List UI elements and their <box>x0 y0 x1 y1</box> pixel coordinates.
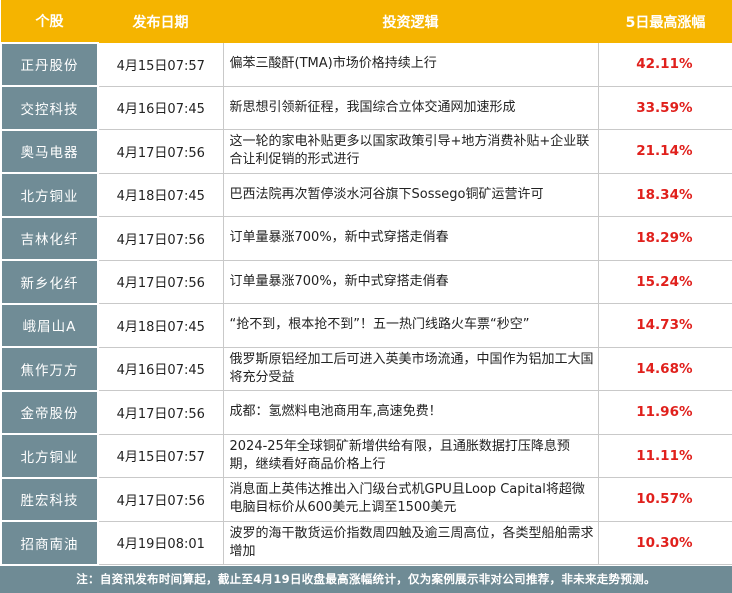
stock-name: 交控科技 <box>0 85 99 131</box>
investment-logic: 2024-25年全球铜矿新增供给有限，且通胀数据打压降息预期，继续看好商品价格上… <box>222 433 599 478</box>
publish-date: 4月17日07:56 <box>97 259 224 304</box>
header-gain: 5日最高涨幅 <box>597 0 732 43</box>
table-row: 北方铜业 4月15日07:57 2024-25年全球铜矿新增供给有限，且通胀数据打压… <box>0 433 732 479</box>
header-date: 发布日期 <box>97 0 224 43</box>
publish-date: 4月15日07:57 <box>97 433 224 478</box>
max-gain: 11.96% <box>597 390 732 435</box>
table-row: 招商南油 4月19日08:01 波罗的海干散货运价指数周四触及逾三周高位，各类型船舶… <box>0 520 732 566</box>
table-row: 北方铜业 4月18日07:45 巴西法院再次暂停淡水河谷旗下Sossego铜矿运营许… <box>0 172 732 218</box>
stock-name: 新乡化纤 <box>0 259 99 305</box>
publish-date: 4月16日07:45 <box>97 346 224 391</box>
max-gain: 18.29% <box>597 216 732 261</box>
investment-logic: 巴西法院再次暂停淡水河谷旗下Sossego铜矿运营许可 <box>222 172 599 217</box>
table-row: 正丹股份 4月15日07:57 偏苯三酸酐(TMA)市场价格持续上行 42.11% <box>0 41 732 87</box>
stock-name: 北方铜业 <box>0 433 99 479</box>
investment-logic: 这一轮的家电补贴更多以国家政策引导+地方消费补贴+企业联合让利促销的形式进行 <box>222 129 599 174</box>
stock-name: 招商南油 <box>0 520 99 566</box>
table-row: 奥马电器 4月17日07:56 这一轮的家电补贴更多以国家政策引导+地方消费补贴+企… <box>0 128 732 174</box>
investment-logic: “抢不到，根本抢不到”！五一热门线路火车票“秒空” <box>222 303 599 348</box>
stock-name: 金帝股份 <box>0 389 99 435</box>
investment-logic: 订单量暴涨700%，新中式穿搭走俏春 <box>222 216 599 261</box>
max-gain: 10.57% <box>597 477 732 522</box>
max-gain: 14.73% <box>597 303 732 348</box>
investment-logic: 波罗的海干散货运价指数周四触及逾三周高位，各类型船舶需求增加 <box>222 520 599 565</box>
publish-date: 4月18日07:45 <box>97 303 224 348</box>
max-gain: 33.59% <box>597 85 732 130</box>
table-row: 胜宏科技 4月17日07:56 消息面上英伟达推出入门级台式机GPU且Loop Ca… <box>0 476 732 522</box>
investment-logic: 成都：氢燃料电池商用车,高速免费！ <box>222 390 599 435</box>
table-row: 交控科技 4月16日07:45 新思想引领新征程，我国综合立体交通网加速形成 33.5… <box>0 85 732 131</box>
header-stock: 个股 <box>0 0 99 43</box>
table-row: 吉林化纤 4月17日07:56 订单量暴涨700%，新中式穿搭走俏春 18.29% <box>0 215 732 261</box>
table-row: 新乡化纤 4月17日07:56 订单量暴涨700%，新中式穿搭走俏春 15.24% <box>0 259 732 305</box>
stock-name: 胜宏科技 <box>0 476 99 522</box>
header-logic: 投资逻辑 <box>222 0 599 43</box>
table-row: 峨眉山A 4月18日07:45 “抢不到，根本抢不到”！五一热门线路火车票“秒空” 1… <box>0 302 732 348</box>
table-row: 金帝股份 4月17日07:56 成都：氢燃料电池商用车,高速免费！ 11.96% <box>0 389 732 435</box>
max-gain: 14.68% <box>597 346 732 391</box>
max-gain: 21.14% <box>597 129 732 174</box>
investment-logic: 俄罗斯原铝经加工后可进入英美市场流通，中国作为铝加工大国将充分受益 <box>222 346 599 391</box>
stock-name: 北方铜业 <box>0 172 99 218</box>
stock-name: 正丹股份 <box>0 41 99 87</box>
stock-name: 吉林化纤 <box>0 215 99 261</box>
investment-logic: 订单量暴涨700%，新中式穿搭走俏春 <box>222 259 599 304</box>
stock-name: 峨眉山A <box>0 302 99 348</box>
stock-name: 焦作万方 <box>0 346 99 392</box>
table-row: 焦作万方 4月16日07:45 俄罗斯原铝经加工后可进入英美市场流通，中国作为铝加工… <box>0 346 732 392</box>
publish-date: 4月17日07:56 <box>97 129 224 174</box>
publish-date: 4月16日07:45 <box>97 85 224 130</box>
investment-logic: 偏苯三酸酐(TMA)市场价格持续上行 <box>222 42 599 87</box>
stock-table-page: 个股 发布日期 投资逻辑 5日最高涨幅 正丹股份 4月15日07:57 偏苯三酸酐(… <box>0 0 732 593</box>
max-gain: 18.34% <box>597 172 732 217</box>
publish-date: 4月17日07:56 <box>97 477 224 522</box>
table-header-row: 个股 发布日期 投资逻辑 5日最高涨幅 <box>0 0 732 43</box>
max-gain: 11.11% <box>597 433 732 478</box>
investment-logic: 消息面上英伟达推出入门级台式机GPU且Loop Capital将超微电脑目标价从… <box>222 477 599 522</box>
stock-name: 奥马电器 <box>0 128 99 174</box>
footnote: 注：自资讯发布时间算起，截止至4月19日收盘最高涨幅统计，仅为案例展示非对公司推… <box>0 565 732 593</box>
stock-table: 个股 发布日期 投资逻辑 5日最高涨幅 正丹股份 4月15日07:57 偏苯三酸酐(… <box>0 0 732 566</box>
max-gain: 10.30% <box>597 520 732 565</box>
investment-logic: 新思想引领新征程，我国综合立体交通网加速形成 <box>222 85 599 130</box>
publish-date: 4月17日07:56 <box>97 390 224 435</box>
max-gain: 15.24% <box>597 259 732 304</box>
publish-date: 4月19日08:01 <box>97 520 224 565</box>
max-gain: 42.11% <box>597 42 732 87</box>
publish-date: 4月18日07:45 <box>97 172 224 217</box>
publish-date: 4月15日07:57 <box>97 42 224 87</box>
table-body: 正丹股份 4月15日07:57 偏苯三酸酐(TMA)市场价格持续上行 42.11% 交… <box>0 41 732 566</box>
publish-date: 4月17日07:56 <box>97 216 224 261</box>
